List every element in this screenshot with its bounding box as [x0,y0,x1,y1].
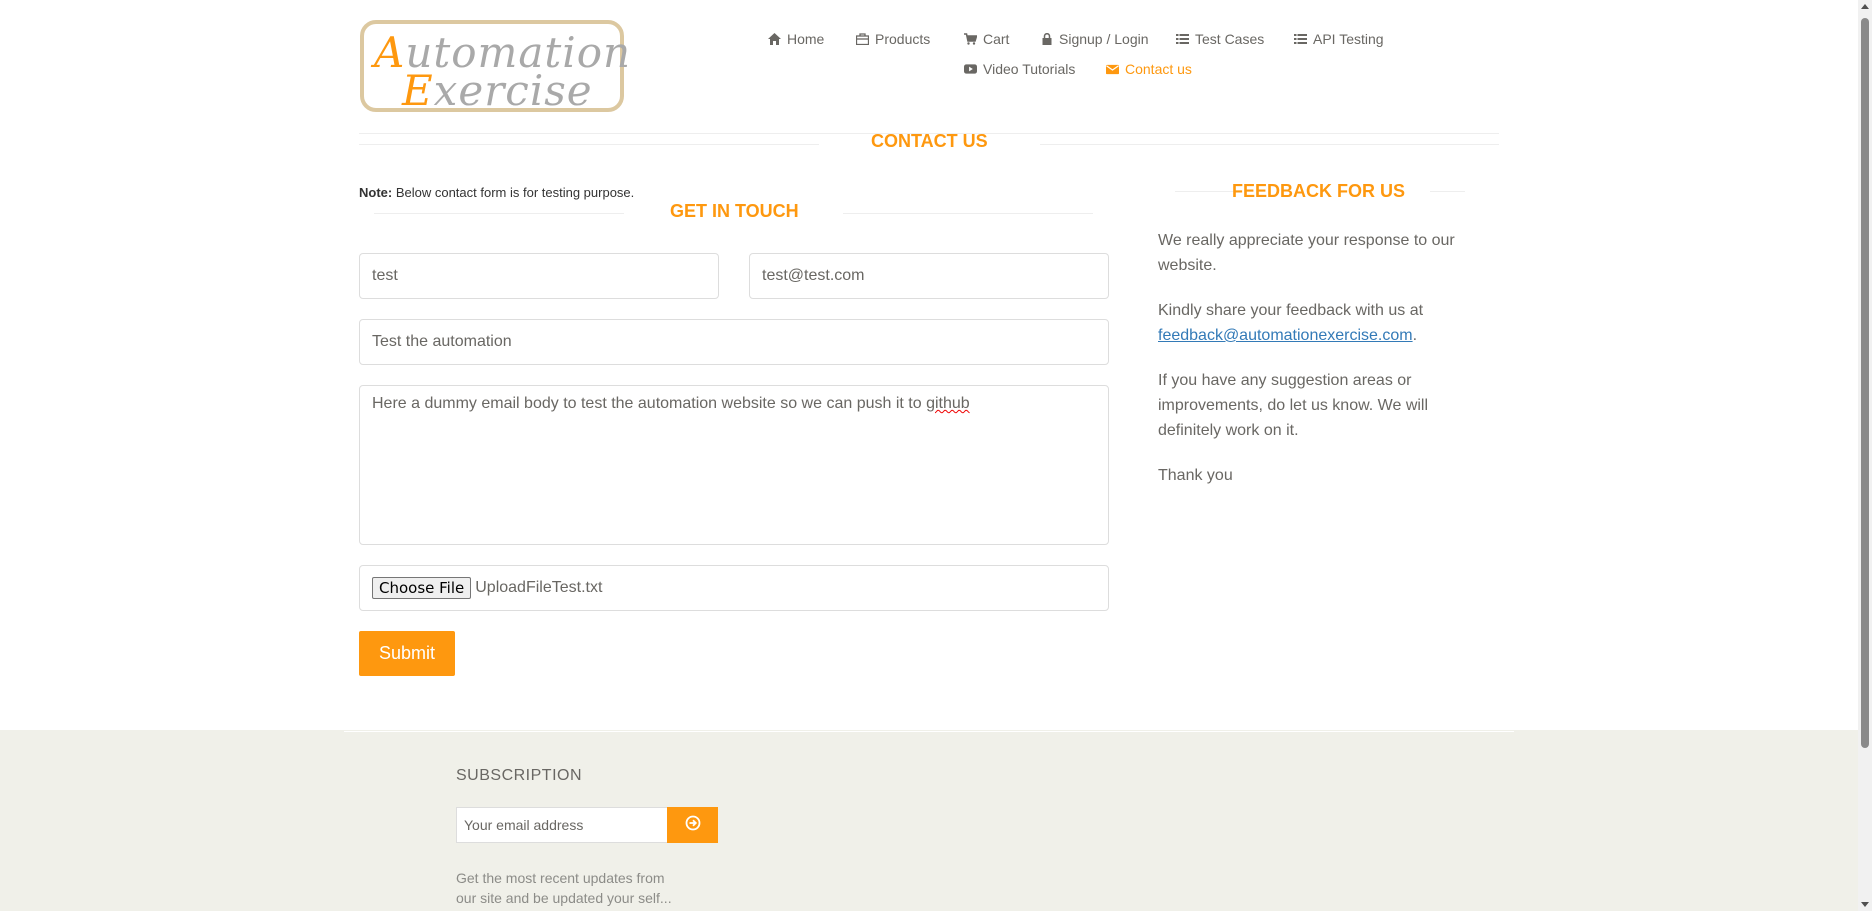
arrow-circle-right-icon [685,815,701,836]
name-field[interactable]: test [359,253,719,299]
subscription-title: SUBSCRIPTION [456,767,583,784]
envelope-icon [1106,63,1119,76]
divider [1430,191,1465,192]
cart-icon [964,33,977,46]
list-icon [1294,33,1307,46]
submit-button[interactable]: Submit [359,631,455,676]
scroll-up-icon[interactable] [1861,4,1869,9]
get-in-touch-title: GET IN TOUCH [670,201,799,221]
contact-us-title: CONTACT US [871,131,988,151]
nav-contact-us[interactable]: Contact us [1106,61,1192,77]
subscription-description: Get the most recent updates from our sit… [456,870,672,906]
scroll-down-icon[interactable] [1861,902,1869,907]
feedback-title: FEEDBACK FOR US [1232,181,1406,201]
divider [374,213,624,214]
feedback-thanks: Thank you [1158,467,1233,484]
footer [0,730,1858,911]
nav-test-cases[interactable]: Test Cases [1176,31,1264,47]
selected-file-name: UploadFileTest.txt [475,579,603,596]
divider [359,144,819,145]
subscription-email-input[interactable]: Your email address [456,807,668,843]
nav-video-tutorials[interactable]: Video Tutorials [964,61,1075,77]
youtube-play-icon [964,63,977,76]
divider [843,213,1093,214]
nav-home[interactable]: Home [768,31,824,47]
nav-cart[interactable]: Cart [964,31,1009,47]
email-field[interactable]: test@test.com [749,253,1109,299]
home-icon [768,33,781,46]
feedback-paragraph: Kindly share your feedback with us at fe… [1158,302,1424,344]
list-icon [1176,33,1189,46]
file-upload-field[interactable]: Choose File UploadFileTest.txt [359,565,1109,611]
spellcheck-underline: github [926,395,970,412]
choose-file-button[interactable]: Choose File [372,577,472,599]
site-logo[interactable]: Automation Exercise [360,20,630,115]
feedback-paragraph: We really appreciate your response to ou… [1158,232,1455,274]
message-textarea[interactable]: Here a dummy email body to test the auto… [359,385,1109,545]
form-note: Note: Below contact form is for testing … [359,185,635,200]
scrollbar-thumb[interactable] [1861,18,1869,748]
divider [1040,144,1499,145]
feedback-paragraph: If you have any suggestion areas or impr… [1158,372,1429,439]
subscribe-button[interactable] [667,807,718,843]
nav-api-testing[interactable]: API Testing [1294,31,1384,47]
nav-signup-login[interactable]: Signup / Login [1040,31,1149,47]
shopping-bag-icon [856,33,869,46]
contact-page: Automation Exercise Home Products Cart S… [0,0,1858,911]
nav-products[interactable]: Products [856,31,930,47]
subject-field[interactable]: Test the automation [359,319,1109,365]
feedback-email-link[interactable]: feedback@automationexercise.com [1158,327,1413,344]
divider [344,731,1514,732]
page-scrollbar[interactable] [1858,0,1872,911]
lock-icon [1040,33,1053,46]
divider [1175,191,1235,192]
